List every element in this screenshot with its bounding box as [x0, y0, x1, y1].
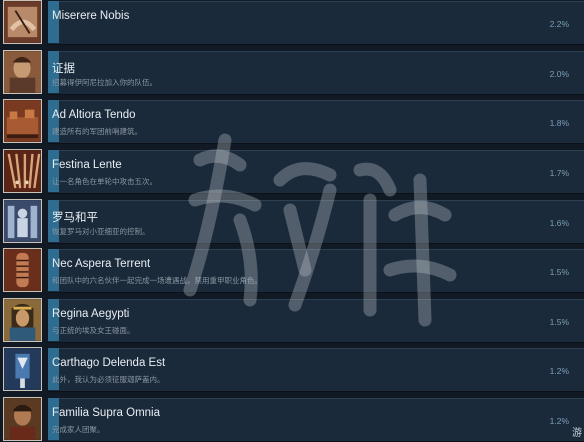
- achievement-row[interactable]: Miserere Nobis 2.2%: [0, 0, 584, 45]
- achievement-bar: [48, 398, 584, 442]
- achievement-bar: [48, 348, 584, 392]
- corner-watermark-text: 游: [572, 428, 582, 439]
- achievement-bar: [48, 200, 584, 244]
- achievement-title: Familia Supra Omnia: [52, 407, 161, 419]
- achievement-description: 让一名角色在单轮中攻击五次。: [52, 177, 157, 186]
- achievement-bar: [48, 249, 584, 293]
- arm-icon: [3, 248, 42, 292]
- achievement-percent: 2.2%: [549, 19, 569, 29]
- achievement-percent: 1.7%: [549, 168, 569, 178]
- achievement-percent: 1.5%: [549, 317, 569, 327]
- achievement-description: 和团队中的六名伙伴一起完成一场遭遇战，禁用重甲职业角色。: [52, 276, 262, 285]
- achievement-description: 此外，我认为必须征服迦萨盖内。: [52, 375, 165, 384]
- achievement-description: 与正统的埃及女王碰面。: [52, 326, 135, 335]
- achievement-description: 招募得伊阿尼拉加入你的队伍。: [52, 78, 157, 87]
- achievement-row[interactable]: 证据 招募得伊阿尼拉加入你的队伍。 2.0%: [0, 50, 584, 95]
- achievement-percent: 1.8%: [549, 118, 569, 128]
- achievement-bar: [48, 1, 584, 45]
- achievement-bar: [48, 100, 584, 144]
- achievement-row[interactable]: Carthago Delenda Est 此外，我认为必须征服迦萨盖内。 1.2…: [0, 347, 584, 392]
- statue-icon: [3, 199, 42, 243]
- achievement-description: 完成家人团聚。: [52, 425, 105, 434]
- achievement-title: Festina Lente: [52, 159, 122, 171]
- achievement-description: 恢复罗马对小亚细亚的控制。: [52, 227, 150, 236]
- banner-icon: [3, 347, 42, 391]
- achievement-description: 建造所有的军团前哨建筑。: [52, 127, 142, 136]
- achievement-title: Nec Aspera Terrent: [52, 258, 151, 270]
- achievement-row[interactable]: Festina Lente 让一名角色在单轮中攻击五次。 1.7%: [0, 149, 584, 194]
- achievement-bar: [48, 150, 584, 194]
- achievement-bar: [48, 51, 584, 95]
- spears-icon: [3, 149, 42, 193]
- achievement-title: 证据: [52, 63, 75, 75]
- achievement-title: 罗马和平: [52, 212, 98, 224]
- town-icon: [3, 99, 42, 143]
- achievement-accent: [48, 1, 59, 43]
- achievement-percent: 1.5%: [549, 267, 569, 277]
- achievement-title: Regina Aegypti: [52, 308, 130, 320]
- achievement-title: Carthago Delenda Est: [52, 357, 166, 369]
- achievement-row[interactable]: Regina Aegypti 与正统的埃及女王碰面。 1.5%: [0, 298, 584, 343]
- woman-portrait-icon: [3, 50, 42, 94]
- achievement-percent: 1.2%: [549, 416, 569, 426]
- achievement-row[interactable]: Familia Supra Omnia 完成家人团聚。 1.2%: [0, 397, 584, 442]
- achievement-percent: 1.6%: [549, 218, 569, 228]
- man-portrait-icon: [3, 397, 42, 441]
- queen-portrait-icon: [3, 298, 42, 342]
- achievement-row[interactable]: Nec Aspera Terrent 和团队中的六名伙伴一起完成一场遭遇战，禁用…: [0, 248, 584, 293]
- achievement-row[interactable]: Ad Altiora Tendo 建造所有的军团前哨建筑。 1.8%: [0, 99, 584, 144]
- hands-portrait-icon: [3, 0, 42, 44]
- achievement-percent: 2.0%: [549, 69, 569, 79]
- achievement-bar: [48, 299, 584, 343]
- achievement-title: Ad Altiora Tendo: [52, 109, 136, 121]
- achievement-row[interactable]: 罗马和平 恢复罗马对小亚细亚的控制。 1.6%: [0, 199, 584, 244]
- achievement-title: Miserere Nobis: [52, 10, 130, 22]
- achievement-percent: 1.2%: [549, 366, 569, 376]
